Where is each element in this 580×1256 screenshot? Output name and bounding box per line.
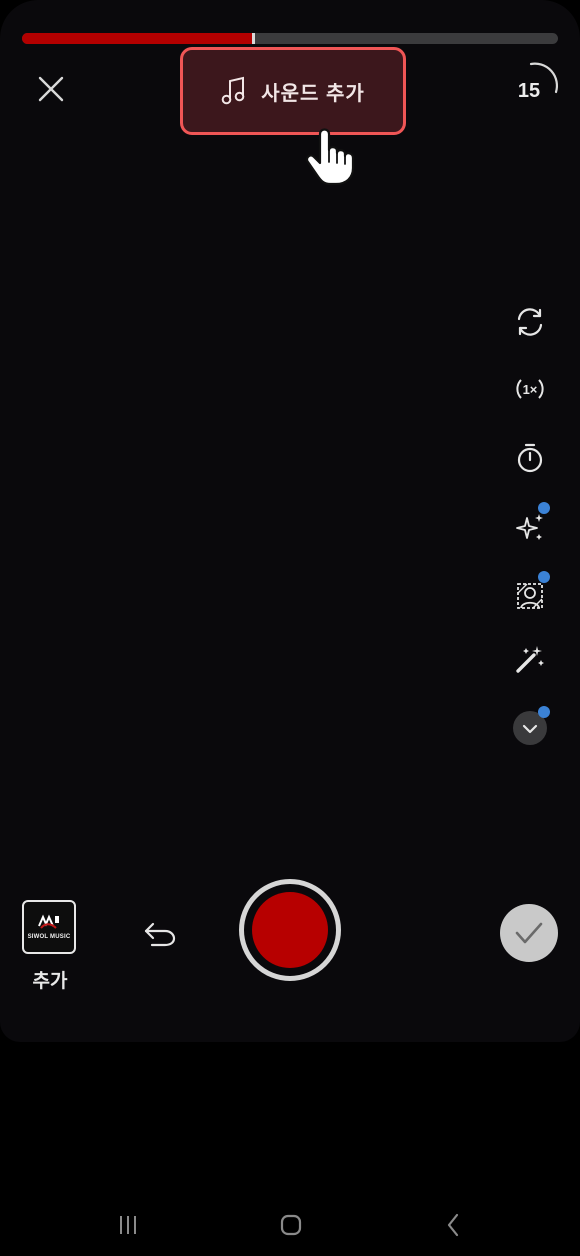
more-tools-button[interactable] [508,706,552,750]
speed-1x-icon: 1× [516,379,544,399]
back-chevron-icon [447,1213,459,1237]
gallery-logo-text: SIWOL MUSIC [27,934,71,940]
close-button[interactable] [32,70,70,108]
timer-icon [517,443,543,473]
home-icon [280,1214,302,1236]
close-icon [38,76,64,102]
undo-button[interactable] [138,912,182,956]
flip-camera-button[interactable] [508,300,552,344]
gallery-upload-button[interactable]: SIWOL MUSIC [22,900,76,954]
recording-progress-fill [22,33,253,44]
home-button[interactable] [271,1205,311,1245]
flip-camera-icon [517,308,543,336]
phone-screen: 사운드 추가 15 1× SIWOL MUSIC 추가 [0,0,580,1256]
recent-apps-button[interactable] [108,1205,148,1245]
siwol-music-logo [38,914,59,929]
timer-button[interactable] [508,436,552,480]
camera-viewfinder: 사운드 추가 15 1× SIWOL MUSIC 추가 [0,0,580,1042]
new-badge-dot [538,706,550,718]
magic-wand-button[interactable] [508,637,552,681]
gallery-label: 추가 [32,971,68,992]
record-button-core [252,892,328,968]
record-button[interactable] [239,879,341,981]
add-sound-button[interactable]: 사운드 추가 [180,47,406,135]
duration-selector[interactable]: 15 [506,58,562,114]
green-screen-icon [517,583,543,609]
new-badge-dot [538,571,550,583]
recording-progress-bar [22,33,558,44]
add-sound-label: 사운드 추가 [261,82,365,105]
green-screen-button[interactable] [508,571,552,618]
sparkle-effects-icon [516,514,543,540]
speed-button[interactable]: 1× [508,367,552,411]
magic-wand-icon [516,646,544,673]
effects-button[interactable] [508,502,552,549]
undo-icon [144,922,176,947]
back-button[interactable] [434,1205,474,1245]
recent-apps-icon [120,1216,136,1234]
confirm-button[interactable] [500,904,558,962]
duration-label: 15 [517,80,541,102]
system-navigation-bar [0,1195,580,1255]
pointing-hand-icon [306,128,355,186]
svg-text:1×: 1× [523,382,538,397]
new-badge-dot [538,502,550,514]
check-icon [515,922,543,944]
music-note-icon [221,76,245,105]
segment-marker [252,33,256,44]
